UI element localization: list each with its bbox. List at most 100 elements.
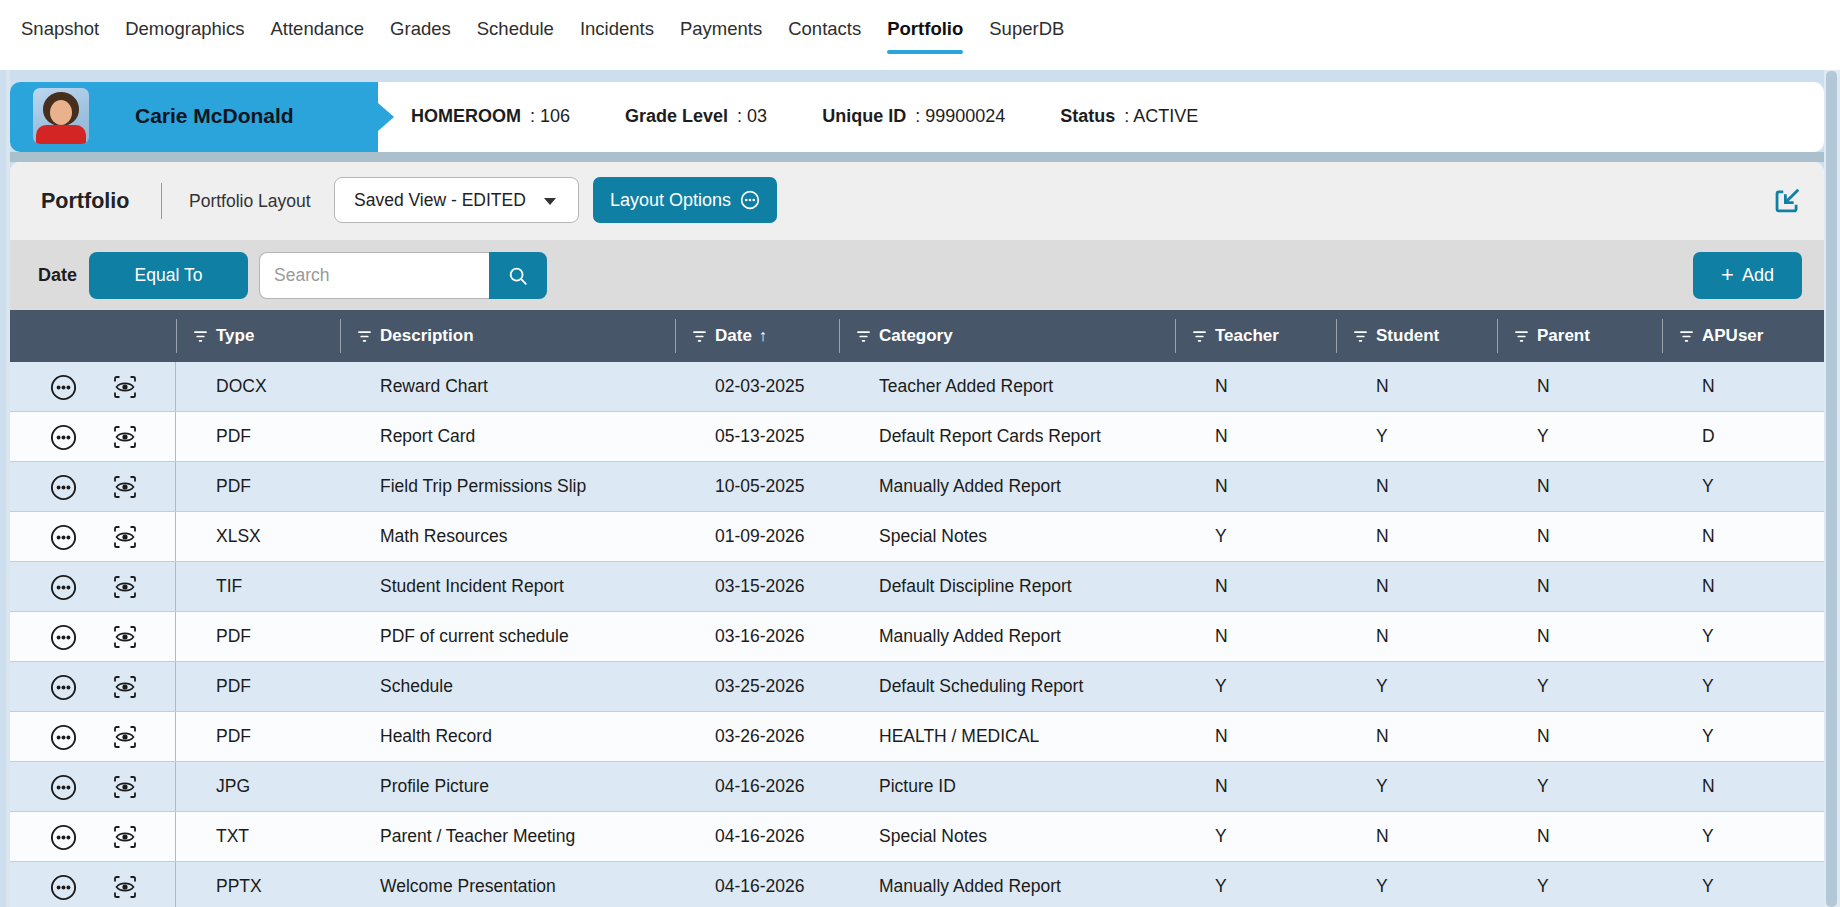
- layout-options-button[interactable]: Layout Options: [593, 177, 777, 223]
- table-row[interactable]: JPGProfile Picture04-16-2026Picture IDNY…: [10, 762, 1824, 812]
- cell-date: 04-16-2026: [675, 862, 839, 907]
- cell-parent: N: [1497, 462, 1662, 511]
- row-more-options-button[interactable]: [49, 573, 77, 601]
- student-name-plate: Carie McDonald: [10, 82, 378, 152]
- search-button[interactable]: [489, 252, 547, 299]
- row-preview-button[interactable]: [111, 723, 139, 751]
- cell-description: Field Trip Permissions Slip: [340, 462, 675, 511]
- table-row[interactable]: PDFPDF of current schedule03-16-2026Manu…: [10, 612, 1824, 662]
- filter-icon-student[interactable]: [1354, 330, 1367, 343]
- table-row[interactable]: TXTParent / Teacher Meeting04-16-2026Spe…: [10, 812, 1824, 862]
- tab-snapshot[interactable]: Snapshot: [21, 0, 99, 57]
- row-preview-button[interactable]: [111, 473, 139, 501]
- cell-category: Default Scheduling Report: [839, 662, 1175, 711]
- more-options-icon: [50, 724, 77, 751]
- tab-payments[interactable]: Payments: [680, 0, 762, 57]
- row-preview-button[interactable]: [111, 523, 139, 551]
- tab-superdb[interactable]: SuperDB: [989, 0, 1064, 57]
- chevron-down-icon: [544, 198, 556, 205]
- tab-portfolio[interactable]: Portfolio: [887, 0, 963, 57]
- row-preview-button[interactable]: [111, 423, 139, 451]
- row-more-options-button[interactable]: [49, 623, 77, 651]
- row-more-options-button[interactable]: [49, 823, 77, 851]
- table-row[interactable]: DOCXReward Chart02-03-2025Teacher Added …: [10, 362, 1824, 412]
- table-row[interactable]: PPTXWelcome Presentation04-16-2026Manual…: [10, 862, 1824, 907]
- tab-grades[interactable]: Grades: [390, 0, 451, 57]
- cell-teacher: N: [1175, 562, 1336, 611]
- filter-icon-description[interactable]: [358, 330, 371, 343]
- table-row[interactable]: XLSXMath Resources01-09-2026Special Note…: [10, 512, 1824, 562]
- row-preview-button[interactable]: [111, 623, 139, 651]
- student-field-homeroom: HOMEROOM: 106: [411, 106, 570, 127]
- cell-description: PDF of current schedule: [340, 612, 675, 661]
- cell-date: 03-15-2026: [675, 562, 839, 611]
- cell-apuser: D: [1662, 412, 1824, 461]
- cell-date: 05-13-2025: [675, 412, 839, 461]
- row-more-options-button[interactable]: [49, 423, 77, 451]
- search-input[interactable]: [259, 252, 489, 299]
- table-row[interactable]: PDFField Trip Permissions Slip10-05-2025…: [10, 462, 1824, 512]
- column-header-date[interactable]: Date↑: [675, 310, 839, 362]
- row-preview-button[interactable]: [111, 673, 139, 701]
- filter-icon-category[interactable]: [857, 330, 870, 343]
- row-more-options-button[interactable]: [49, 773, 77, 801]
- table-row[interactable]: PDFReport Card05-13-2025Default Report C…: [10, 412, 1824, 462]
- column-header-parent[interactable]: Parent: [1497, 310, 1662, 362]
- row-more-options-button[interactable]: [49, 673, 77, 701]
- column-header-teacher[interactable]: Teacher: [1175, 310, 1336, 362]
- tab-schedule[interactable]: Schedule: [477, 0, 554, 57]
- row-preview-button[interactable]: [111, 773, 139, 801]
- scrollbar-thumb[interactable]: [1826, 71, 1837, 907]
- row-more-options-button[interactable]: [49, 373, 77, 401]
- search-icon: [507, 265, 529, 287]
- column-header-student[interactable]: Student: [1336, 310, 1497, 362]
- column-header-description[interactable]: Description: [340, 310, 675, 362]
- tab-demographics[interactable]: Demographics: [125, 0, 244, 57]
- collapse-layout-icon[interactable]: [1772, 186, 1802, 216]
- cell-date: 10-05-2025: [675, 462, 839, 511]
- filter-icon-date[interactable]: [693, 330, 706, 343]
- vertical-scrollbar[interactable]: [1824, 70, 1840, 907]
- filter-icon-parent[interactable]: [1515, 330, 1528, 343]
- ellipsis-circle-icon: [740, 190, 760, 210]
- cell-category: Manually Added Report: [839, 612, 1175, 661]
- preview-eye-icon: [112, 874, 138, 900]
- table-row[interactable]: TIFStudent Incident Report03-15-2026Defa…: [10, 562, 1824, 612]
- tab-attendance[interactable]: Attendance: [270, 0, 364, 57]
- table-body: DOCXReward Chart02-03-2025Teacher Added …: [10, 362, 1824, 907]
- date-operator-button[interactable]: Equal To: [89, 252, 248, 299]
- filter-icon-teacher[interactable]: [1193, 330, 1206, 343]
- cell-apuser: Y: [1662, 812, 1824, 861]
- more-options-icon: [50, 574, 77, 601]
- cell-parent: N: [1497, 612, 1662, 661]
- row-more-options-button[interactable]: [49, 723, 77, 751]
- row-more-options-button[interactable]: [49, 523, 77, 551]
- tab-incidents[interactable]: Incidents: [580, 0, 654, 57]
- cell-category: Default Discipline Report: [839, 562, 1175, 611]
- row-preview-button[interactable]: [111, 373, 139, 401]
- table-row[interactable]: PDFSchedule03-25-2026Default Scheduling …: [10, 662, 1824, 712]
- row-preview-button[interactable]: [111, 823, 139, 851]
- row-preview-button[interactable]: [111, 873, 139, 901]
- filter-icon-apuser[interactable]: [1680, 330, 1693, 343]
- tab-contacts[interactable]: Contacts: [788, 0, 861, 57]
- cell-parent: Y: [1497, 762, 1662, 811]
- column-header-type[interactable]: Type: [176, 310, 340, 362]
- preview-eye-icon: [112, 624, 138, 650]
- cell-type: DOCX: [176, 362, 340, 411]
- cell-description: Welcome Presentation: [340, 862, 675, 907]
- column-header-apuser[interactable]: APUser: [1662, 310, 1824, 362]
- portfolio-table: TypeDescriptionDate↑CategoryTeacherStude…: [10, 310, 1824, 907]
- table-row[interactable]: PDFHealth Record03-26-2026HEALTH / MEDIC…: [10, 712, 1824, 762]
- add-button[interactable]: + Add: [1693, 252, 1802, 299]
- row-more-options-button[interactable]: [49, 873, 77, 901]
- column-header-category[interactable]: Category: [839, 310, 1175, 362]
- row-actions: [10, 662, 176, 711]
- row-actions: [10, 812, 176, 861]
- cell-apuser: N: [1662, 512, 1824, 561]
- row-preview-button[interactable]: [111, 573, 139, 601]
- portfolio-layout-select[interactable]: Saved View - EDITED: [334, 177, 579, 223]
- filter-icon-type[interactable]: [194, 330, 207, 343]
- cell-type: TXT: [176, 812, 340, 861]
- row-more-options-button[interactable]: [49, 473, 77, 501]
